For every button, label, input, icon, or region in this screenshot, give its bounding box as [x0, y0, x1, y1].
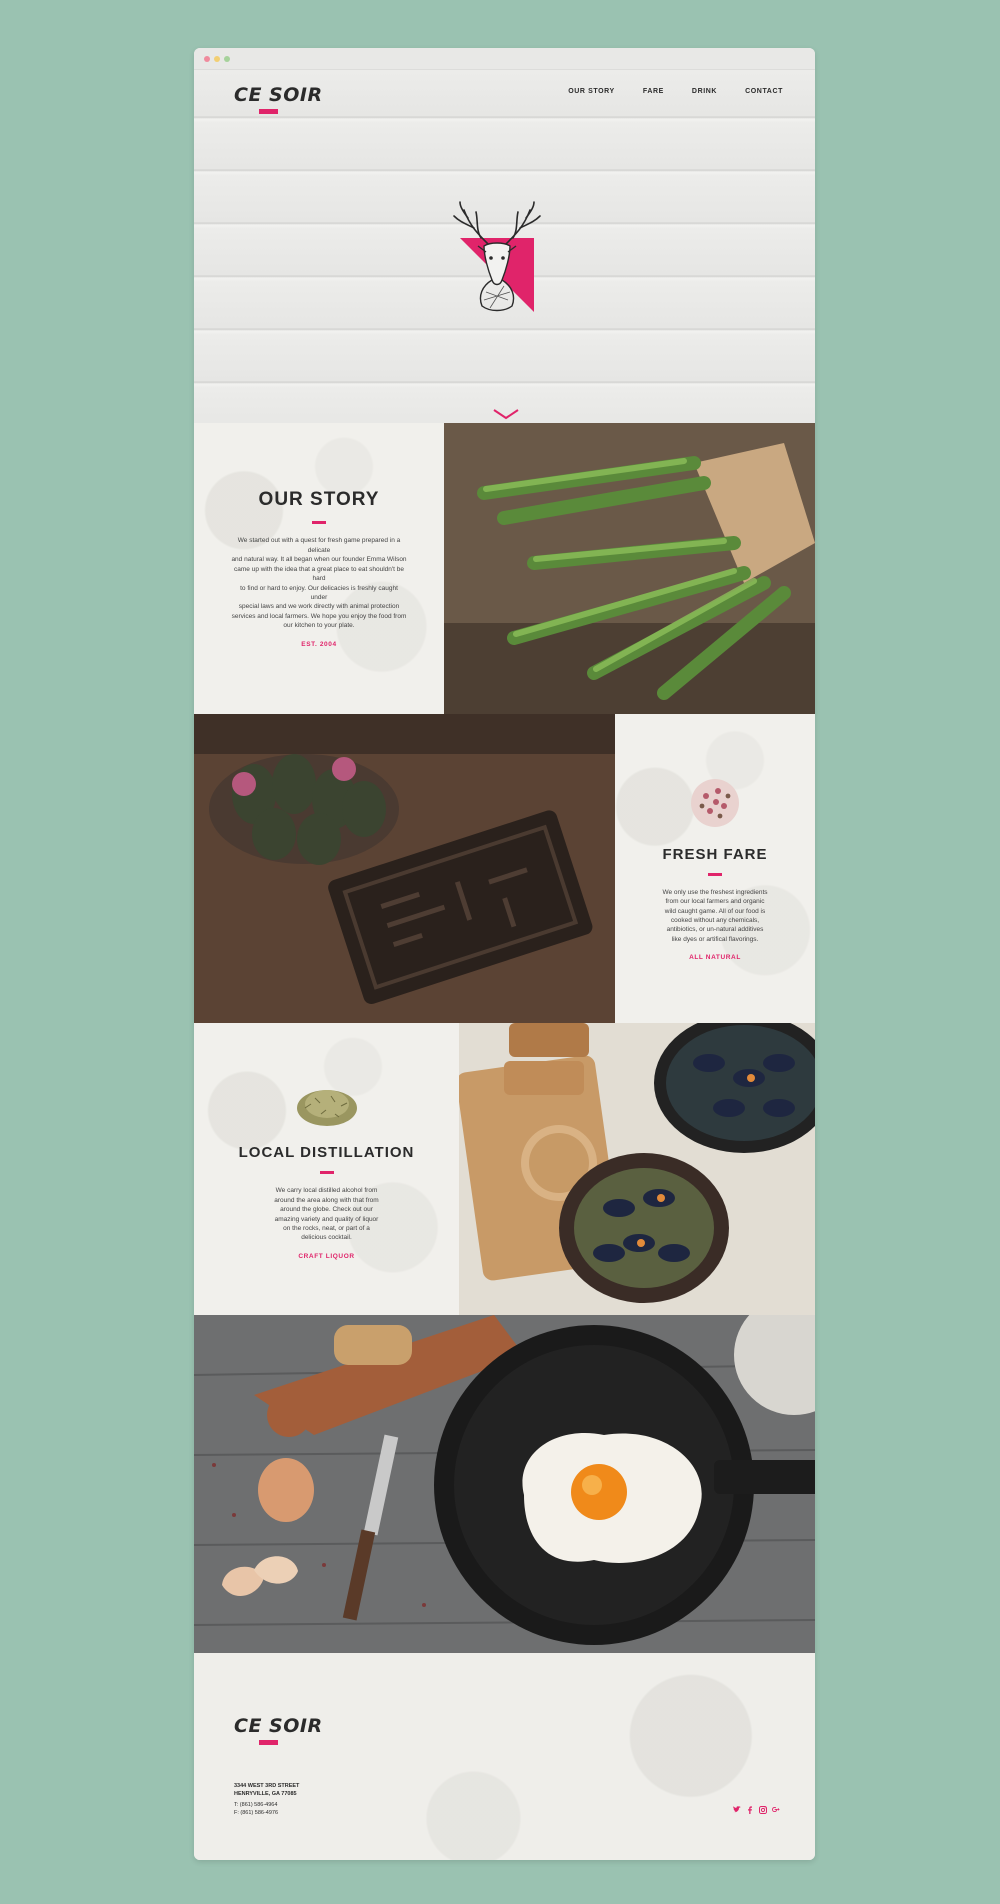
accent-bar — [312, 521, 326, 525]
chevron-down-icon[interactable] — [492, 408, 520, 420]
browser-window: CE SOIR OUR STORY FARE DRINK CONTACT OUR… — [194, 48, 815, 1860]
google-plus-icon[interactable] — [772, 1801, 780, 1813]
our-story-tag[interactable]: EST. 2004 — [301, 641, 336, 648]
local-distillation-text: We carry local distilled alcohol from ar… — [274, 1187, 379, 1242]
our-story-panel: OUR STORY We started out with a quest fo… — [194, 423, 444, 714]
fresh-fare-tag[interactable]: ALL NATURAL — [689, 954, 741, 961]
footer-logo[interactable]: CE SOIR — [234, 1715, 323, 1737]
address: 3344 WEST 3RD STREET HENRYVILLE, GA 7708… — [234, 1783, 299, 1798]
fresh-fare-text: We only use the freshest ingredients fro… — [662, 888, 768, 943]
address-line1: 3344 WEST 3RD STREET — [234, 1783, 300, 1789]
nav-our-story[interactable]: OUR STORY — [568, 88, 615, 95]
peppercorn-icon — [691, 778, 739, 827]
instagram-icon[interactable] — [759, 1801, 767, 1814]
fried-egg-photo — [194, 1315, 815, 1653]
site-footer: CE SOIR 3344 WEST 3RD STREET HENRYVILLE,… — [194, 1653, 815, 1860]
fresh-fare-title: FRESH FARE — [662, 845, 768, 863]
nav-fare[interactable]: FARE — [643, 88, 664, 95]
local-distillation-title: LOCAL DISTILLATION — [238, 1144, 415, 1162]
mussels-photo — [459, 1023, 815, 1315]
hero-section: CE SOIR OUR STORY FARE DRINK CONTACT — [194, 70, 815, 423]
maximize-dot-icon[interactable] — [224, 56, 230, 62]
fresh-fare-panel: FRESH FARE We only use the freshest ingr… — [615, 714, 815, 1023]
logo-accent-bar — [259, 109, 278, 114]
deer-head-icon — [453, 201, 541, 312]
main-nav: OUR STORY FARE DRINK CONTACT — [568, 88, 783, 95]
phone-number: T: (861) 586-4964 — [234, 1802, 278, 1808]
fax-number: F: (861) 586-4976 — [234, 1809, 279, 1816]
our-story-text: We started out with a quest for fresh ga… — [231, 537, 407, 630]
accent-bar — [708, 872, 722, 876]
window-titlebar — [194, 48, 815, 70]
nav-drink[interactable]: DRINK — [692, 88, 717, 95]
address-line2: HENRYVILLE, GA 77085 — [234, 1790, 297, 1797]
social-links — [733, 1801, 780, 1814]
nav-contact[interactable]: CONTACT — [745, 88, 783, 95]
local-distillation-tag[interactable]: CRAFT LIQUOR — [298, 1253, 354, 1260]
logo-accent-bar — [259, 1740, 278, 1745]
herb-pile-icon — [296, 1090, 357, 1127]
local-distillation-panel: LOCAL DISTILLATION We carry local distil… — [194, 1023, 459, 1315]
asparagus-photo — [444, 423, 815, 714]
site-logo[interactable]: CE SOIR — [234, 84, 323, 106]
our-story-title: OUR STORY — [258, 489, 380, 511]
minimize-dot-icon[interactable] — [214, 56, 220, 62]
twitter-icon[interactable] — [733, 1801, 741, 1813]
facebook-icon[interactable] — [746, 1801, 754, 1814]
accent-bar — [319, 1171, 334, 1175]
tea-brick-photo — [194, 714, 615, 1023]
contact-numbers: T: (861) 586-4964 F: (861) 586-4976 — [234, 1802, 278, 1817]
close-dot-icon[interactable] — [204, 56, 210, 62]
